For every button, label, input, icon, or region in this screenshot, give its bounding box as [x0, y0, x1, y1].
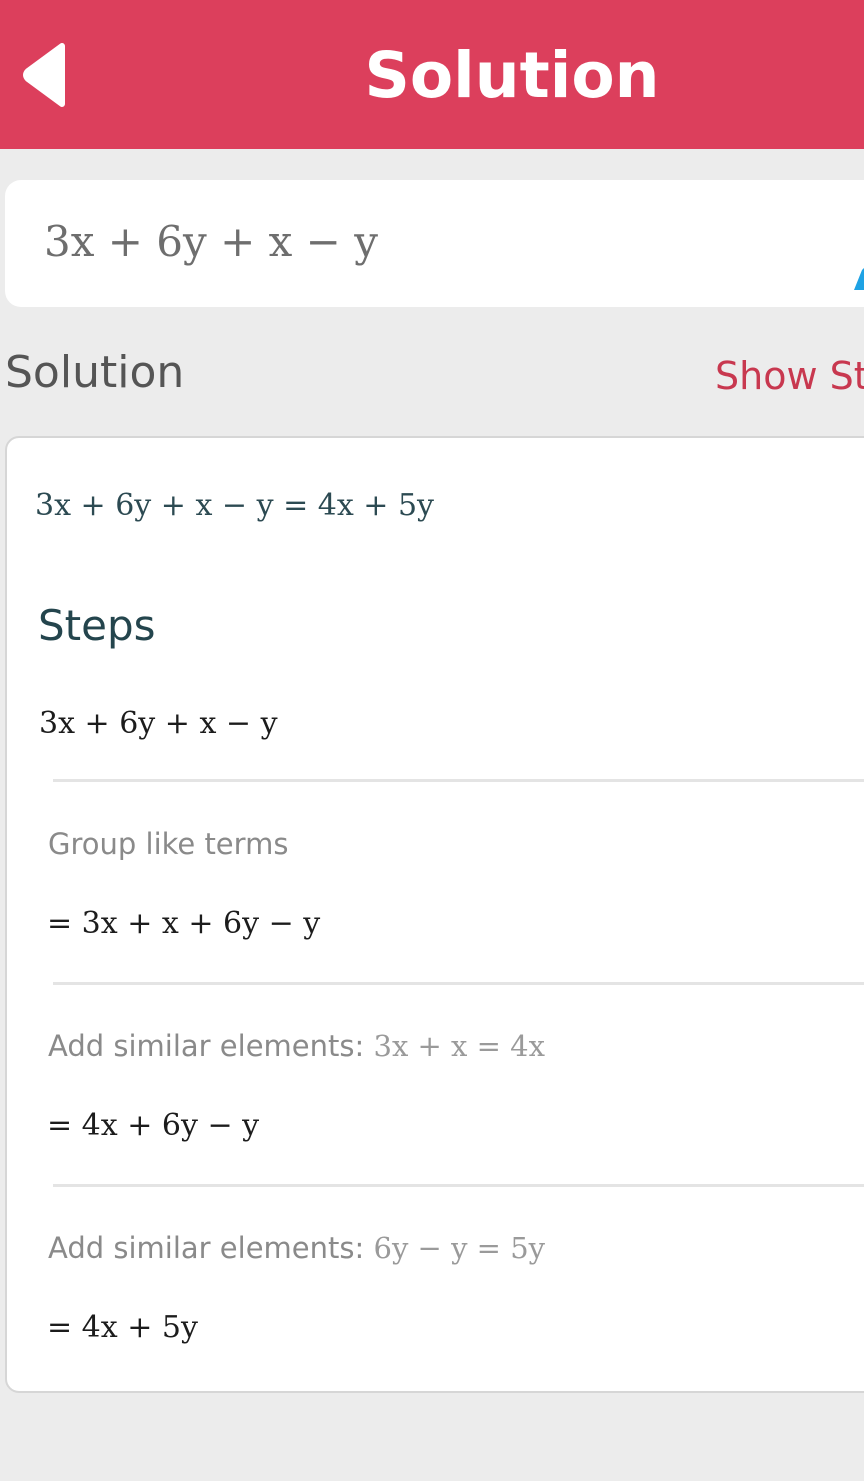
step-2-description-math: 3x + x = 4x [373, 1029, 545, 1063]
solution-result: 3x + 6y + x − y = 4x + 5y [35, 488, 434, 523]
step-3-description-text: Add similar elements: [48, 1231, 374, 1265]
solution-label: Solution [5, 347, 185, 398]
solution-card: 3x + 6y + x − y = 4x + 5y Steps 3x + 6y … [5, 436, 864, 1393]
step-2-result: = 4x + 6y − y [47, 1108, 260, 1143]
input-expression[interactable]: 3x + 6y + x − y [44, 214, 378, 270]
step-1-description: Group like terms [48, 824, 288, 864]
step-divider [53, 779, 864, 782]
step-divider [53, 982, 864, 985]
solution-screen: Solution 3x + 6y + x − y Solution Show S… [0, 0, 864, 1481]
step-3-description-math: 6y − y = 5y [373, 1231, 546, 1265]
step-start-expression: 3x + 6y + x − y [39, 706, 278, 741]
step-3-description: Add similar elements: 6y − y = 5y [48, 1228, 545, 1268]
page-title: Solution [364, 39, 660, 112]
step-1-description-text: Group like terms [48, 827, 289, 861]
header-bar: Solution [0, 0, 864, 149]
step-2-description-text: Add similar elements: [48, 1029, 374, 1063]
input-expression-card[interactable]: 3x + 6y + x − y [5, 180, 864, 307]
steps-heading: Steps [38, 601, 156, 650]
step-2-description: Add similar elements: 3x + x = 4x [48, 1026, 545, 1066]
step-3-result: = 4x + 5y [47, 1310, 198, 1345]
step-1-result: = 3x + x + 6y − y [47, 906, 321, 941]
show-steps-link[interactable]: Show St [715, 350, 864, 402]
step-divider [53, 1184, 864, 1187]
pencil-icon[interactable] [848, 250, 864, 290]
